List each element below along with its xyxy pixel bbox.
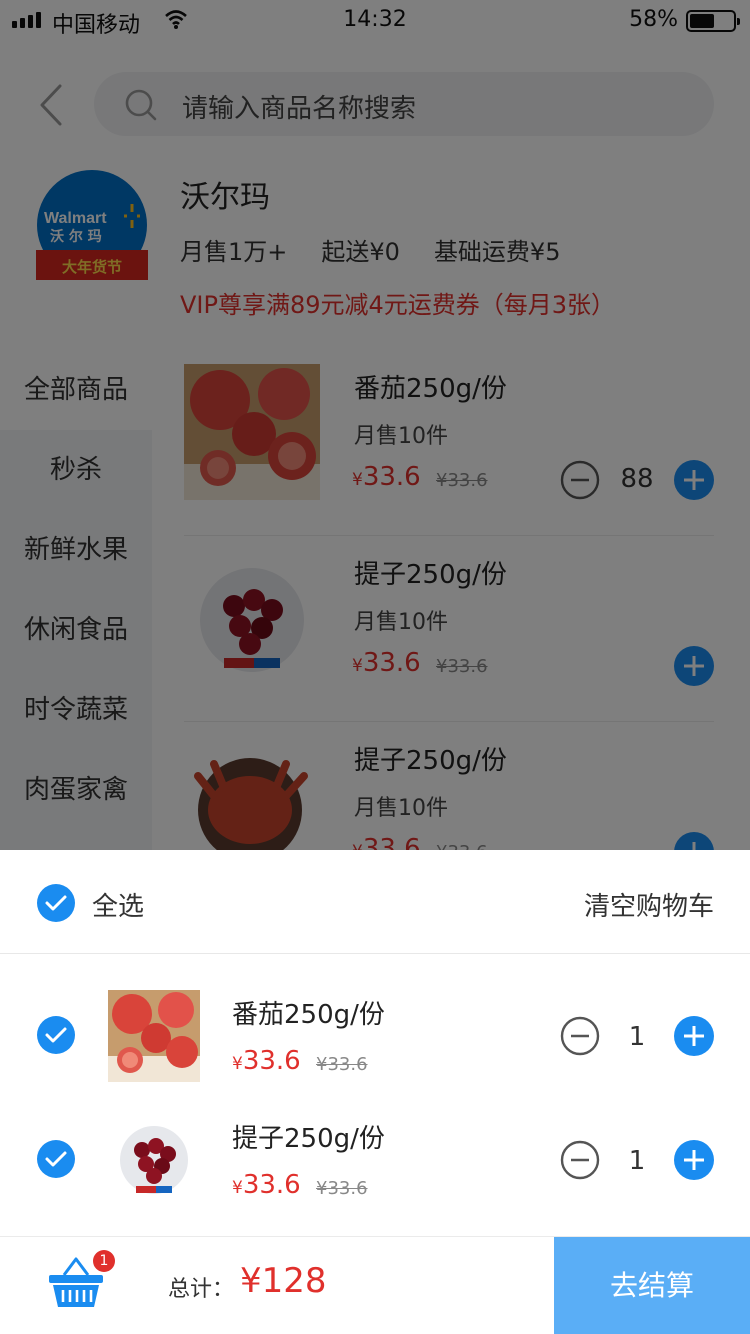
- cart-item-old-price: ¥33.6: [316, 1178, 368, 1199]
- total-label: 总计：: [168, 1277, 235, 1302]
- checkbox-checked-icon[interactable]: [37, 1016, 75, 1054]
- cart-item: 提子250g/份 ¥33.6 ¥33.6 1: [0, 1108, 750, 1232]
- minus-icon[interactable]: [560, 1016, 600, 1056]
- cart-item-old-price: ¥33.6: [316, 1054, 368, 1075]
- cart-item: 番茄250g/份 ¥33.6 ¥33.6 1: [0, 984, 750, 1108]
- checkbox-checked-icon[interactable]: [37, 1140, 75, 1178]
- cart-item-qty: 1: [628, 1146, 646, 1176]
- plus-icon[interactable]: [674, 1140, 714, 1180]
- grape-image: [108, 1114, 200, 1206]
- cart-item-qty: 1: [628, 1022, 646, 1052]
- cart-item-name: 番茄250g/份: [232, 1000, 385, 1030]
- cart-item-price: ¥33.6: [232, 1170, 301, 1200]
- cart-count-badge: 1: [93, 1250, 115, 1272]
- checkout-button[interactable]: 去结算: [554, 1237, 750, 1334]
- cart-item-name: 提子250g/份: [232, 1124, 385, 1154]
- plus-icon[interactable]: [674, 1016, 714, 1056]
- cart-header: 全选 清空购物车: [0, 850, 750, 954]
- cart-item-price: ¥33.6: [232, 1046, 301, 1076]
- checkout-bar: 1 总计： ¥128 去结算: [0, 1236, 750, 1334]
- minus-icon[interactable]: [560, 1140, 600, 1180]
- clear-cart-button[interactable]: 清空购物车: [584, 886, 714, 923]
- tomato-image: [108, 990, 200, 1082]
- total-value: ¥128: [240, 1261, 327, 1301]
- modal-backdrop[interactable]: [0, 0, 750, 850]
- checkbox-checked-icon[interactable]: [37, 884, 75, 922]
- select-all-label[interactable]: 全选: [92, 886, 144, 923]
